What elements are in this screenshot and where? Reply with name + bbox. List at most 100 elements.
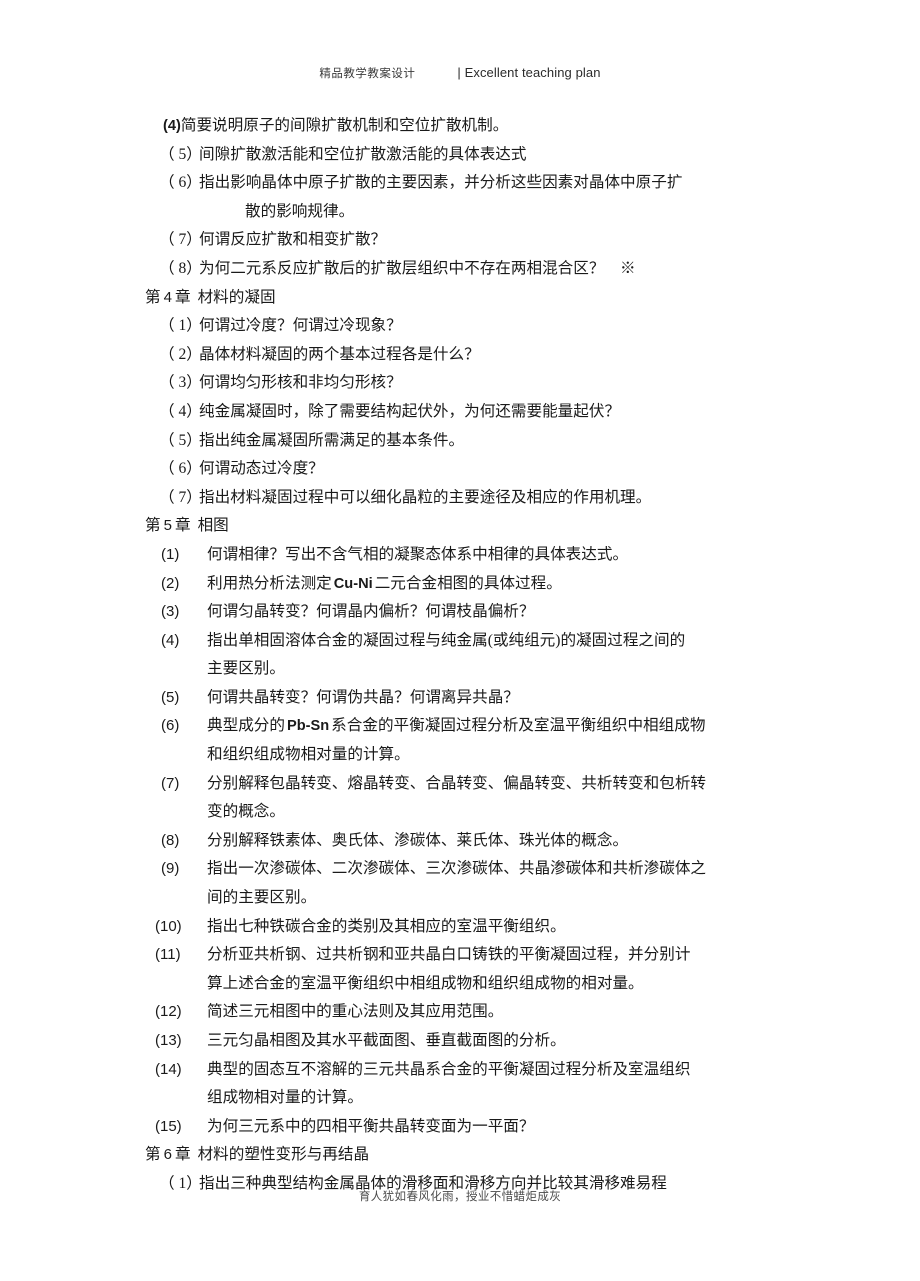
- item-text: 何谓动态过冷度？: [199, 460, 324, 478]
- item-text-line2: 主要区别。: [207, 660, 285, 678]
- chapter-number: 4: [163, 288, 172, 306]
- item-text: 晶体材料凝固的两个基本过程各是什么？: [199, 345, 480, 363]
- item-marker: (3): [161, 603, 180, 621]
- question-item: （ 7） 何谓反应扩散和相变扩散？: [145, 226, 785, 255]
- item-text: 典型成分的 Pb-Sn 系合金的平衡凝固过程分析及室温平衡组织中相组成物 和组织组成…: [207, 712, 785, 769]
- item-text: 为何二元系反应扩散后的扩散层组织中不存在两相混合区？ ※: [199, 259, 636, 277]
- question-item: (14) 典型的固态互不溶解的三元共晶系合金的平衡凝固过程分析及室温组织 组成物…: [145, 1056, 785, 1113]
- item-text: 何谓过冷度？何谓过冷现象？: [199, 317, 402, 335]
- question-item: (10) 指出七种铁碳合金的类别及其相应的室温平衡组织。: [145, 913, 785, 942]
- chapter-suffix: 章: [174, 1146, 191, 1164]
- question-item: （ 5） 指出纯金属凝固所需满足的基本条件。: [145, 427, 785, 456]
- item-marker: （ 3）: [159, 374, 202, 392]
- item-text-line1: 指出影响晶体中原子扩散的主要因素，并分析这些因素对晶体中原子扩: [199, 174, 683, 192]
- item-marker: (5): [161, 688, 180, 706]
- chapter-title: 相图: [197, 517, 229, 535]
- question-item: （ 2） 晶体材料凝固的两个基本过程各是什么？: [145, 341, 785, 370]
- item-text-line2: 变的概念。: [207, 803, 285, 821]
- item-text: 典型的固态互不溶解的三元共晶系合金的平衡凝固过程分析及室温组织 组成物相对量的计…: [207, 1056, 785, 1113]
- alloy-label: Cu-Ni: [333, 575, 373, 592]
- item-text: 何谓共晶转变？何谓伪共晶？何谓离异共晶？: [207, 688, 519, 706]
- question-item: (11) 分析亚共析钢、过共析钢和亚共晶白口铸铁的平衡凝固过程，并分别计 算上述…: [145, 941, 785, 998]
- chapter-prefix: 第: [145, 517, 161, 535]
- question-item: (12) 简述三元相图中的重心法则及其应用范围。: [145, 998, 785, 1027]
- item-text: 指出纯金属凝固所需满足的基本条件。: [199, 431, 465, 449]
- header-chinese-title: 精品教学教案设计: [319, 68, 416, 80]
- item-marker: (14): [155, 1060, 182, 1078]
- item-text: 为何三元系中的四相平衡共晶转变面为一平面？: [207, 1117, 535, 1135]
- chapter-heading-5: 第 5 章相图: [145, 512, 785, 541]
- chapter-suffix: 章: [174, 288, 191, 306]
- page-header: 精品教学教案设计 | Excellent teaching plan: [0, 64, 920, 82]
- item-marker: (2): [161, 574, 180, 592]
- question-item: （ 6） 指出影响晶体中原子扩散的主要因素，并分析这些因素对晶体中原子扩 散的影…: [145, 169, 785, 226]
- item-text-after: 系合金的平衡凝固过程分析及室温平衡组织中相组成物: [331, 717, 706, 735]
- alloy-label: Pb-Sn: [286, 718, 330, 735]
- chapter-heading-6: 第 6 章材料的塑性变形与再结晶: [145, 1141, 785, 1170]
- chapter-number: 5: [163, 517, 172, 535]
- item-text-line1: 指出一次渗碳体、二次渗碳体、三次渗碳体、共晶渗碳体和共析渗碳体之: [207, 860, 707, 878]
- item-text-line1: 典型的固态互不溶解的三元共晶系合金的平衡凝固过程分析及室温组织: [207, 1060, 691, 1078]
- item-marker: (9): [161, 860, 180, 878]
- chapter-title: 材料的凝固: [197, 288, 276, 306]
- question-item: （ 8） 为何二元系反应扩散后的扩散层组织中不存在两相混合区？ ※: [145, 255, 785, 284]
- item-text: 何谓相律？写出不含气相的凝聚态体系中相律的具体表达式。: [207, 545, 629, 563]
- question-item: （ 3） 何谓均匀形核和非均匀形核？: [145, 369, 785, 398]
- item-text: 指出一次渗碳体、二次渗碳体、三次渗碳体、共晶渗碳体和共析渗碳体之 间的主要区别。: [207, 855, 785, 912]
- question-item: (2) 利用热分析法测定 Cu-Ni 二元合金相图的具体过程。: [145, 570, 785, 599]
- item-marker: （ 7）: [159, 231, 202, 249]
- page-footer-motto: 育人犹如春风化雨，授业不惜蜡炬成灰: [358, 1191, 562, 1203]
- chapter-number: 6: [163, 1146, 172, 1164]
- chapter-prefix: 第: [145, 1146, 161, 1164]
- item-text: 指出材料凝固过程中可以细化晶粒的主要途径及相应的作用机理。: [199, 488, 652, 506]
- item-marker: （ 1）: [159, 317, 202, 335]
- item-text-line2: 组成物相对量的计算。: [207, 1089, 363, 1107]
- item-marker: (15): [155, 1117, 182, 1135]
- question-item: (9) 指出一次渗碳体、二次渗碳体、三次渗碳体、共晶渗碳体和共析渗碳体之 间的主…: [145, 855, 785, 912]
- item-text-line1: 指出单相固溶体合金的凝固过程与纯金属(或纯组元)的凝固过程之间的: [207, 631, 686, 649]
- question-item: (13) 三元匀晶相图及其水平截面图、垂直截面图的分析。: [145, 1027, 785, 1056]
- item-text: 简要说明原子的间隙扩散机制和空位扩散机制。: [180, 117, 509, 134]
- item-text: 何谓均匀形核和非均匀形核？: [199, 374, 402, 392]
- item-text: 何谓反应扩散和相变扩散？: [199, 231, 387, 249]
- chapter-heading-4: 第 4 章材料的凝固: [145, 284, 785, 313]
- item-text: 简述三元相图中的重心法则及其应用范围。: [207, 1003, 504, 1021]
- item-marker: （ 5）: [159, 431, 202, 449]
- question-item: （ 6） 何谓动态过冷度？: [145, 455, 785, 484]
- question-item: （ 1） 何谓过冷度？何谓过冷现象？: [145, 312, 785, 341]
- document-body: (4) 简要说明原子的间隙扩散机制和空位扩散机制。 （ 5） 间隙扩散激活能和空…: [145, 112, 785, 1199]
- item-marker: （ 4）: [159, 402, 202, 420]
- item-marker: (8): [161, 831, 180, 849]
- item-text: 何谓匀晶转变？何谓晶内偏析？何谓枝晶偏析？: [207, 603, 535, 621]
- question-item: (8) 分别解释铁素体、奥氏体、渗碳体、莱氏体、珠光体的概念。: [145, 827, 785, 856]
- item-text: 利用热分析法测定 Cu-Ni 二元合金相图的具体过程。: [207, 570, 785, 599]
- item-text: 指出单相固溶体合金的凝固过程与纯金属(或纯组元)的凝固过程之间的 主要区别。: [207, 627, 785, 684]
- document-page: 精品教学教案设计 | Excellent teaching plan (4) 简…: [0, 0, 920, 1281]
- item-text: 指出影响晶体中原子扩散的主要因素，并分析这些因素对晶体中原子扩 散的影响规律。: [199, 169, 785, 226]
- item-text-before: 典型成分的: [207, 717, 285, 735]
- item-marker: (4): [163, 118, 181, 134]
- item-text: 三元匀晶相图及其水平截面图、垂直截面图的分析。: [207, 1032, 566, 1049]
- question-item: (3) 何谓匀晶转变？何谓晶内偏析？何谓枝晶偏析？: [145, 598, 785, 627]
- item-text-line1: 典型成分的 Pb-Sn 系合金的平衡凝固过程分析及室温平衡组织中相组成物: [207, 717, 705, 734]
- item-marker: (10): [155, 917, 182, 935]
- question-item: （ 7） 指出材料凝固过程中可以细化晶粒的主要途径及相应的作用机理。: [145, 484, 785, 513]
- item-marker: （ 6）: [159, 460, 202, 478]
- header-english-title: | Excellent teaching plan: [457, 65, 601, 80]
- item-text-line1: 分析亚共析钢、过共析钢和亚共晶白口铸铁的平衡凝固过程，并分别计: [207, 946, 691, 964]
- question-item: (7) 分别解释包晶转变、熔晶转变、合晶转变、偏晶转变、共析转变和包析转 变的概…: [145, 770, 785, 827]
- item-text-line1: 分别解释包晶转变、熔晶转变、合晶转变、偏晶转变、共析转变和包析转: [207, 774, 707, 792]
- question-item: （ 5） 间隙扩散激活能和空位扩散激活能的具体表达式: [145, 141, 785, 170]
- item-marker: (12): [155, 1003, 182, 1021]
- chapter-prefix: 第: [145, 288, 161, 306]
- question-item: (1) 何谓相律？写出不含气相的凝聚态体系中相律的具体表达式。: [145, 541, 785, 570]
- item-text: 间隙扩散激活能和空位扩散激活能的具体表达式: [199, 145, 527, 163]
- item-marker: （ 5）: [159, 145, 202, 163]
- item-marker: (6): [161, 717, 180, 735]
- question-item: （ 4） 纯金属凝固时，除了需要结构起伏外，为何还需要能量起伏？: [145, 398, 785, 427]
- question-item: (5) 何谓共晶转变？何谓伪共晶？何谓离异共晶？: [145, 684, 785, 713]
- chapter-title: 材料的塑性变形与再结晶: [197, 1146, 370, 1164]
- item-marker: (4): [161, 631, 180, 649]
- item-marker: （ 7）: [159, 488, 202, 506]
- item-text-before: 利用热分析法测定: [207, 574, 332, 592]
